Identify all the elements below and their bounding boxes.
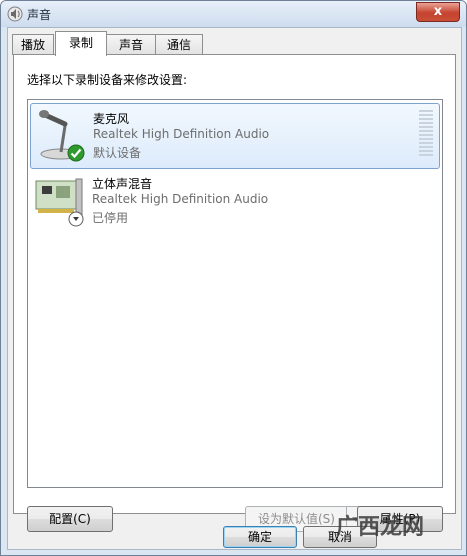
watermark: 广西龙网 bbox=[336, 515, 425, 540]
device-status: 已停用 bbox=[92, 211, 129, 225]
list-item-stereo-mix[interactable]: 立体声混音 Realtek High Definition Audio 已停用 bbox=[30, 169, 438, 233]
speaker-icon bbox=[7, 6, 23, 22]
tab-sounds[interactable]: 声音 bbox=[106, 34, 156, 55]
device-list[interactable]: 麦克风 Realtek High Definition Audio 默认设备 立… bbox=[27, 99, 443, 488]
configure-button[interactable]: 配置(C) bbox=[27, 506, 113, 532]
device-driver: Realtek High Definition Audio bbox=[93, 127, 270, 141]
close-button[interactable]: x bbox=[416, 2, 460, 22]
level-meter bbox=[419, 110, 433, 160]
device-status: 默认设备 bbox=[93, 146, 142, 160]
list-item-microphone[interactable]: 麦克风 Realtek High Definition Audio 默认设备 bbox=[30, 103, 440, 169]
ok-button[interactable]: 确定 bbox=[223, 526, 297, 548]
title-bar[interactable]: 声音 x bbox=[1, 1, 466, 27]
window-title: 声音 bbox=[27, 8, 52, 22]
green-check-icon bbox=[67, 144, 85, 162]
device-driver: Realtek High Definition Audio bbox=[92, 192, 269, 206]
tab-communications[interactable]: 通信 bbox=[155, 34, 203, 55]
set-default-label: 设为默认值(S) bbox=[258, 512, 335, 526]
device-name: 麦克风 bbox=[93, 112, 130, 126]
recording-panel: 选择以下录制设备来修改设置: 麦克风 Realtek High Definiti… bbox=[13, 54, 456, 532]
disabled-arrow-icon bbox=[68, 211, 84, 227]
sound-dialog: 声音 x 播放 录制 声音 通信 选择以下录制设备来修改设置: 麦克风 Real… bbox=[0, 0, 467, 556]
tab-playback[interactable]: 播放 bbox=[12, 34, 54, 55]
tab-recording[interactable]: 录制 bbox=[55, 31, 107, 56]
device-name: 立体声混音 bbox=[92, 177, 153, 191]
dialog-client: 播放 录制 声音 通信 选择以下录制设备来修改设置: 麦克风 Realtek H… bbox=[7, 27, 462, 550]
instruction-text: 选择以下录制设备来修改设置: bbox=[27, 73, 188, 87]
